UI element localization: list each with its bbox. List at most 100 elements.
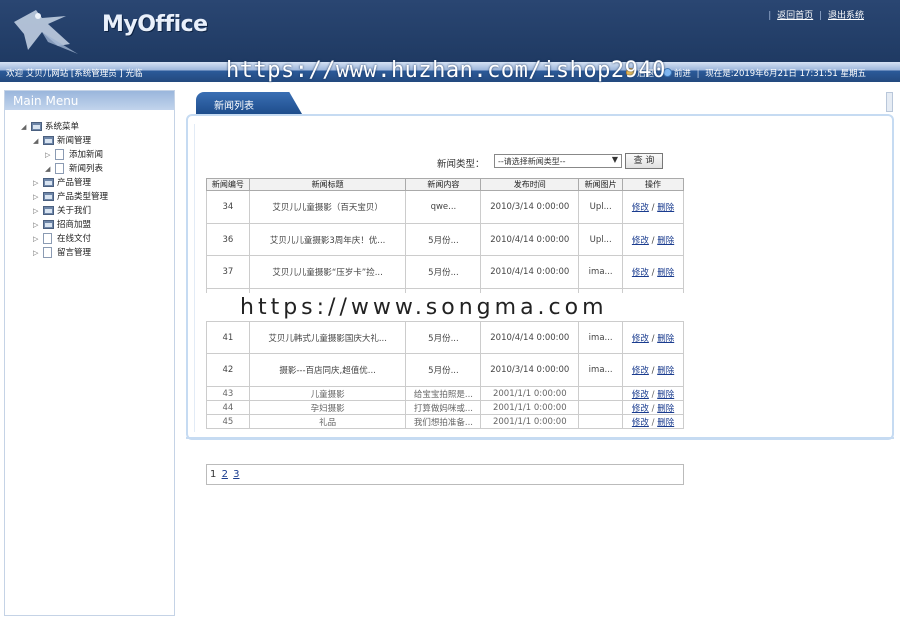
folder-icon (43, 178, 54, 187)
col-header: 新闻编号 (207, 179, 250, 191)
collapsed-arrow-icon[interactable]: ▷ (33, 232, 38, 246)
collapsed-arrow-icon[interactable]: ▷ (33, 246, 38, 260)
cell-image: Upl... (579, 191, 623, 224)
cell-date: 2010/4/14 0:00:00 (481, 223, 579, 256)
sidebar: Main Menu ◢系统菜单◢新闻管理▷添加新闻◢新闻列表▷产品管理▷产品类型… (4, 90, 175, 616)
pager-link-2[interactable]: 2 (222, 469, 228, 480)
sidebar-title: Main Menu (5, 91, 174, 110)
query-button[interactable]: 查 询 (625, 153, 663, 169)
sidebar-item[interactable]: ▷在线文付 (5, 232, 174, 246)
table-row: 36艾贝儿儿童摄影3周年庆！优...5月份...2010/4/14 0:00:0… (207, 223, 684, 256)
table-row: 44孕妇摄影打算做妈咪或...2001/1/1 0:00:00修改 / 删除 (207, 401, 684, 415)
expanded-arrow-icon[interactable]: ◢ (33, 134, 38, 148)
sidebar-item[interactable]: ◢新闻列表 (5, 162, 174, 176)
folder-icon (31, 122, 42, 131)
cell-actions: 修改 / 删除 (623, 256, 684, 289)
divider: | (697, 69, 700, 79)
cell-image: Upl... (579, 223, 623, 256)
news-type-select[interactable]: --请选择新闻类型-- ▼ (494, 154, 622, 168)
divider: / (649, 404, 657, 414)
col-header: 新闻标题 (249, 179, 406, 191)
sidebar-item[interactable]: ▷招商加盟 (5, 218, 174, 232)
table-row: 34艾贝儿儿童摄影（百天宝贝）qwe...2010/3/14 0:00:00Up… (207, 191, 684, 224)
divider: / (649, 203, 657, 213)
cell-actions: 修改 / 删除 (623, 354, 684, 387)
edit-link[interactable]: 修改 (632, 334, 649, 344)
cell-actions: 修改 / 删除 (623, 401, 684, 415)
edit-link[interactable]: 修改 (632, 366, 649, 376)
sidebar-item[interactable]: ▷ 产品管理 (5, 176, 174, 190)
table-row: 41艾贝儿韩式儿童摄影国庆大礼...5月份...2010/4/14 0:00:0… (207, 321, 684, 354)
delete-link[interactable]: 删除 (657, 390, 674, 400)
cell-title: 艾贝儿韩式儿童摄影国庆大礼... (249, 321, 406, 354)
col-header: 发布时间 (481, 179, 579, 191)
cell-content: 5月份... (406, 354, 481, 387)
sidebar-item[interactable]: ◢新闻管理 (5, 134, 174, 148)
cell-date: 2010/4/14 0:00:00 (481, 321, 579, 354)
divider: / (649, 390, 657, 400)
delete-link[interactable]: 删除 (657, 203, 674, 213)
cell-content: 我们想拍准备... (406, 415, 481, 429)
sidebar-item[interactable]: ◢ 系统菜单 (5, 120, 174, 134)
logo-text: MyOffice (102, 12, 208, 37)
cell-id: 37 (207, 256, 250, 289)
cell-image (579, 387, 623, 401)
edit-link[interactable]: 修改 (632, 268, 649, 278)
edit-link[interactable]: 修改 (632, 390, 649, 400)
cell-actions: 修改 / 删除 (623, 415, 684, 429)
page-icon (55, 163, 64, 174)
sidebar-item[interactable]: ▷添加新闻 (5, 148, 174, 162)
sidebar-item[interactable]: ▷关于我们 (5, 204, 174, 218)
cell-actions: 修改 / 删除 (623, 191, 684, 224)
table-header-row: 新闻编号 新闻标题 新闻内容 发布时间 新闻图片 操作 (207, 179, 684, 191)
cell-title: 孕妇摄影 (249, 401, 406, 415)
delete-link[interactable]: 删除 (657, 236, 674, 246)
sidebar-item[interactable]: ▷产品类型管理 (5, 190, 174, 204)
tab-news-list[interactable]: 新闻列表 (196, 92, 302, 114)
edit-link[interactable]: 修改 (632, 404, 649, 414)
delete-link[interactable]: 删除 (657, 404, 674, 414)
scrollbar[interactable] (886, 92, 893, 112)
pager-link-3[interactable]: 3 (233, 469, 239, 480)
collapsed-arrow-icon[interactable]: ▷ (33, 204, 38, 218)
col-header: 新闻图片 (579, 179, 623, 191)
cell-title: 礼品 (249, 415, 406, 429)
expanded-arrow-icon[interactable]: ◢ (45, 162, 50, 176)
edit-link[interactable]: 修改 (632, 236, 649, 246)
divider: / (649, 366, 657, 376)
collapsed-arrow-icon[interactable]: ▷ (33, 176, 38, 190)
divider: / (649, 236, 657, 246)
cell-date: 2010/3/14 0:00:00 (481, 354, 579, 387)
folder-icon (43, 136, 54, 145)
cell-image: ima... (579, 354, 623, 387)
expanded-arrow-icon[interactable]: ◢ (21, 120, 26, 134)
delete-link[interactable]: 删除 (657, 418, 674, 428)
sidebar-item[interactable]: ▷ 留言管理 (5, 246, 174, 260)
collapsed-arrow-icon[interactable]: ▷ (45, 148, 50, 162)
table-row: 42摄影---百店同庆,超值优...5月份...2010/3/14 0:00:0… (207, 354, 684, 387)
home-link[interactable]: 返回首页 (777, 11, 813, 21)
edit-link[interactable]: 修改 (632, 203, 649, 213)
sidebar-item-label: 留言管理 (57, 246, 91, 260)
cell-date: 2001/1/1 0:00:00 (481, 387, 579, 401)
delete-link[interactable]: 删除 (657, 334, 674, 344)
folder-icon (43, 206, 54, 215)
delete-link[interactable]: 删除 (657, 366, 674, 376)
frame-edge (186, 437, 894, 439)
forward-link[interactable]: 前进 (674, 69, 691, 79)
cell-id: 36 (207, 223, 250, 256)
sidebar-item-label: 产品管理 (57, 176, 91, 190)
page-icon (43, 247, 52, 258)
cell-content: 给宝宝拍照是... (406, 387, 481, 401)
col-header: 操作 (623, 179, 684, 191)
divider: | (819, 11, 822, 21)
welcome-text: 欢迎 艾贝儿网站 [系统管理员 ] 光临 (6, 67, 142, 79)
edit-link[interactable]: 修改 (632, 418, 649, 428)
delete-link[interactable]: 删除 (657, 268, 674, 278)
sidebar-item-label: 系统菜单 (45, 120, 79, 134)
collapsed-arrow-icon[interactable]: ▷ (33, 190, 38, 204)
filter-label: 新闻类型： (437, 156, 485, 170)
news-type-select-value: --请选择新闻类型-- (498, 157, 566, 166)
collapsed-arrow-icon[interactable]: ▷ (33, 218, 38, 232)
logout-link[interactable]: 退出系统 (828, 11, 864, 21)
